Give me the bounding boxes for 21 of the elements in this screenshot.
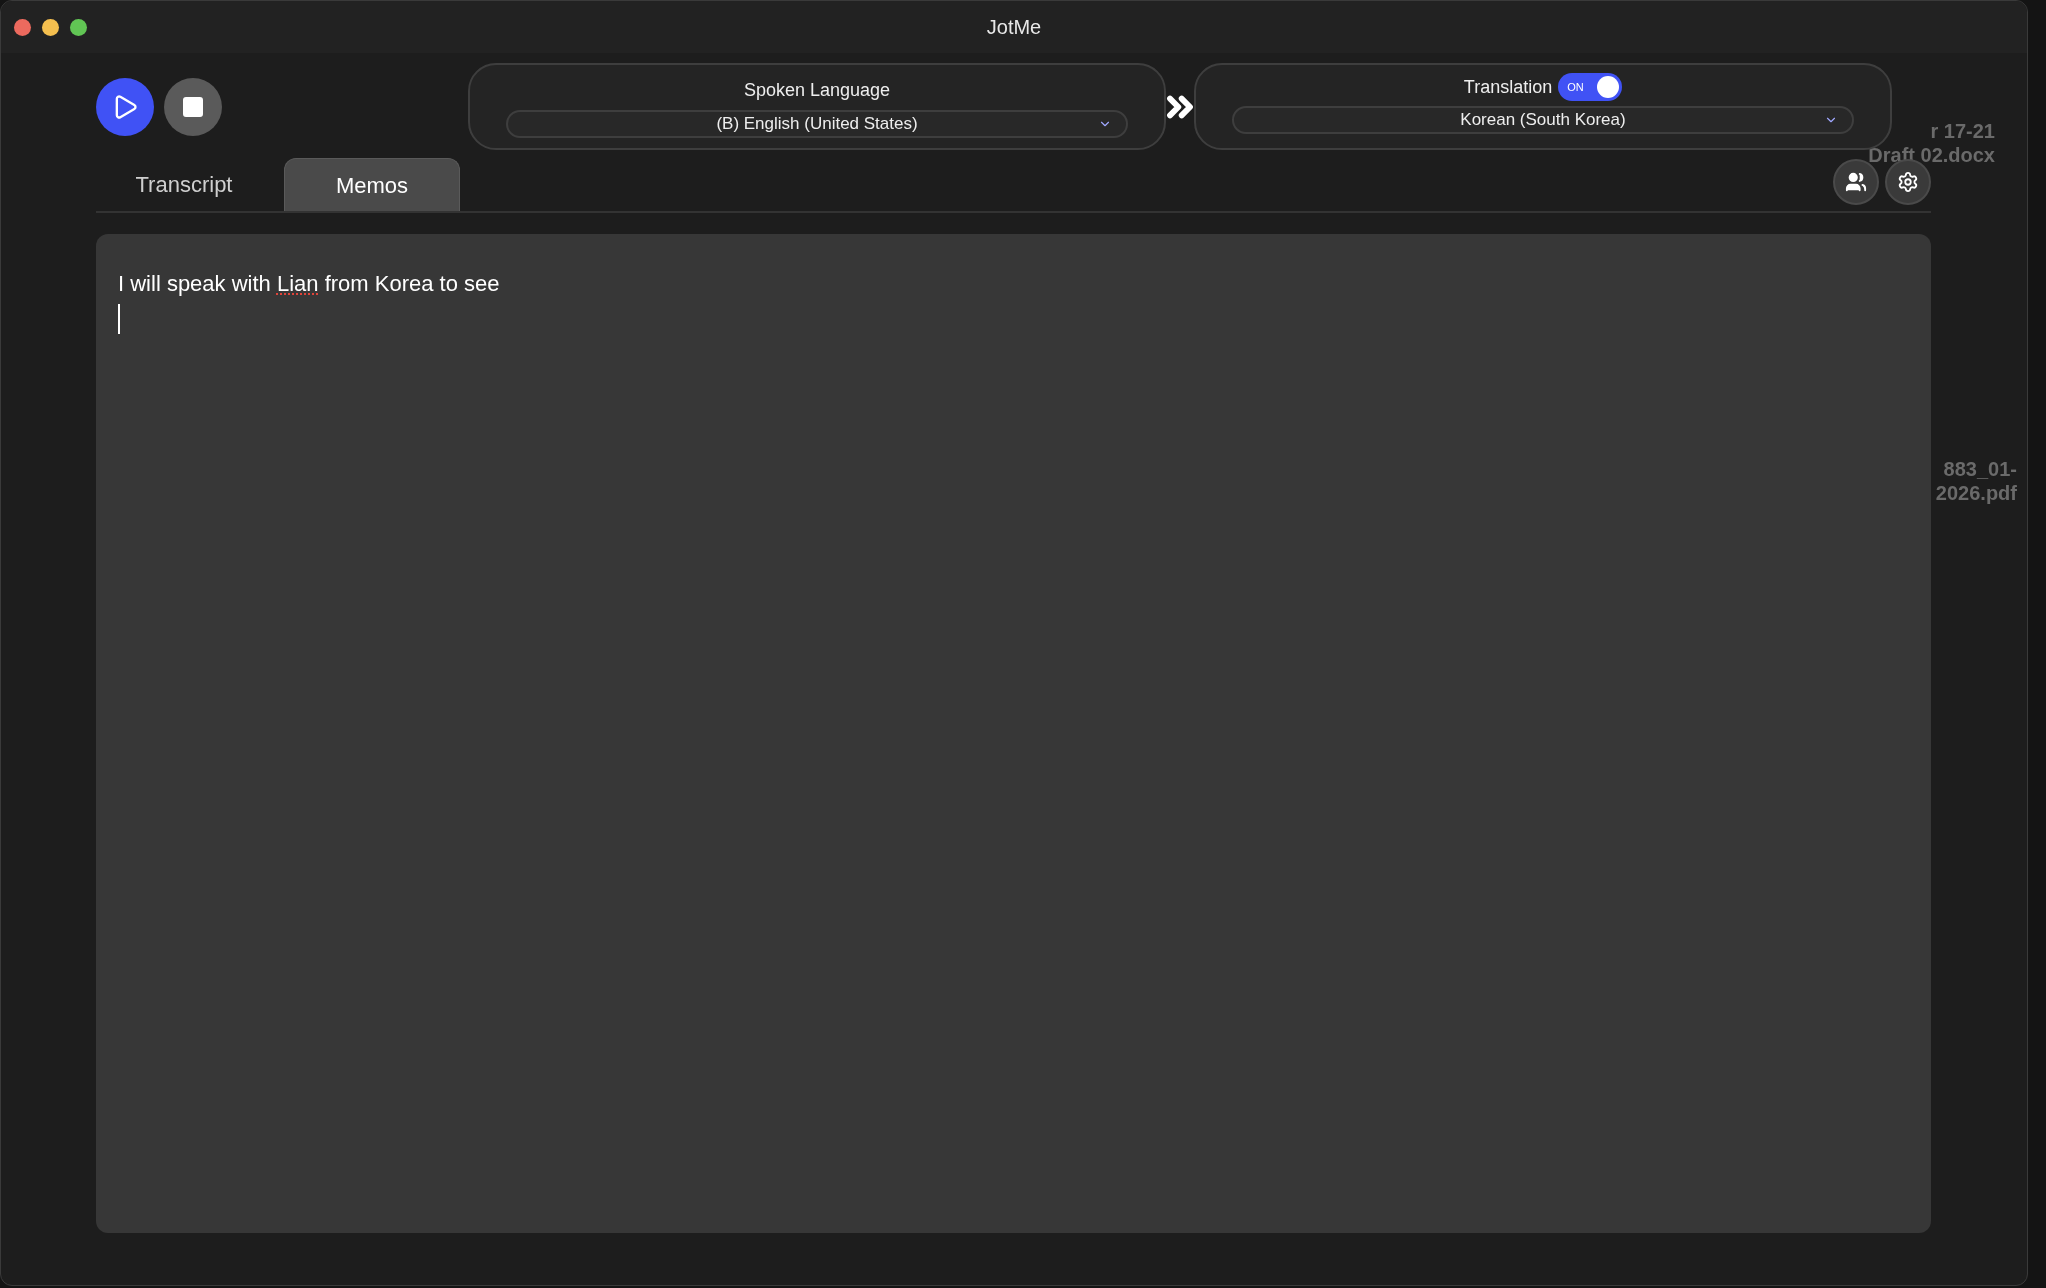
- desktop-file-label: 883_01-: [1943, 457, 2017, 481]
- translation-switch[interactable]: ON: [1558, 73, 1623, 101]
- translation-language-dropdown[interactable]: Korean (South Korea): [1232, 106, 1854, 134]
- memo-editor[interactable]: I will speak with Lian from Korea to see: [96, 234, 1931, 1233]
- people-icon: [1845, 171, 1867, 193]
- desktop-file-label: 2026.pdf: [1935, 481, 2017, 505]
- memo-text: I will speak with Lian from Korea to see: [118, 270, 501, 298]
- stop-icon: [181, 94, 205, 119]
- text-cursor: [118, 304, 120, 334]
- tab[interactable]: Transcript: [96, 158, 272, 211]
- settings-icon: [1897, 171, 1919, 193]
- play-button[interactable]: [96, 77, 154, 136]
- minimize-button[interactable]: [42, 18, 59, 36]
- spoken-language-label: Spoken Language: [743, 79, 891, 102]
- translation-label: Translation: [1463, 75, 1553, 99]
- spoken-language-dropdown[interactable]: (B) English (United States): [506, 110, 1128, 138]
- tab[interactable]: Memos: [284, 158, 460, 211]
- close-button[interactable]: [14, 18, 31, 36]
- desktop-file-label: r 17-21: [1930, 119, 1995, 143]
- zoom-button[interactable]: [70, 18, 87, 36]
- window-title: JotMe: [986, 15, 1042, 40]
